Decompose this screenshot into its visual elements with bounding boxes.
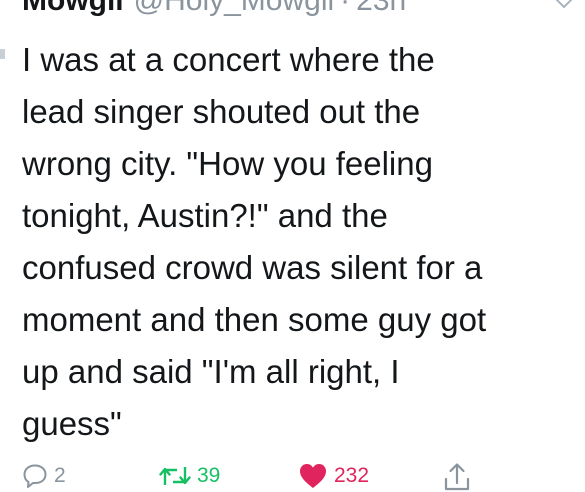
tweet-text: I was at a concert where the lead singer… [22, 41, 487, 442]
like-count: 232 [334, 464, 370, 487]
tweet: Mowgli @Holy_Mowgli · 23h I was at a con… [0, 0, 585, 491]
user-handle[interactable]: @Holy_Mowgli [134, 0, 335, 21]
speech-bubble-icon [23, 464, 47, 488]
share-button[interactable] [443, 460, 471, 492]
reply-count: 2 [54, 464, 66, 487]
heart-icon [300, 464, 326, 488]
retweet-count: 39 [197, 464, 221, 487]
timestamp[interactable]: 23h [356, 0, 406, 21]
display-name[interactable]: Mowgli [22, 0, 124, 21]
thread-line [0, 49, 5, 59]
retweet-button[interactable]: 39 [159, 460, 220, 492]
reply-button[interactable]: 2 [22, 460, 66, 492]
action-bar: 2 39 232 [0, 460, 585, 492]
share-arrow-icon [444, 463, 470, 491]
tweet-header: Mowgli @Holy_Mowgli · 23h [22, 0, 406, 21]
chevron-down-icon[interactable] [552, 0, 576, 14]
separator-dot: · [340, 0, 351, 17]
retweet-arrows-icon [159, 467, 191, 485]
like-button[interactable]: 232 [298, 460, 369, 492]
